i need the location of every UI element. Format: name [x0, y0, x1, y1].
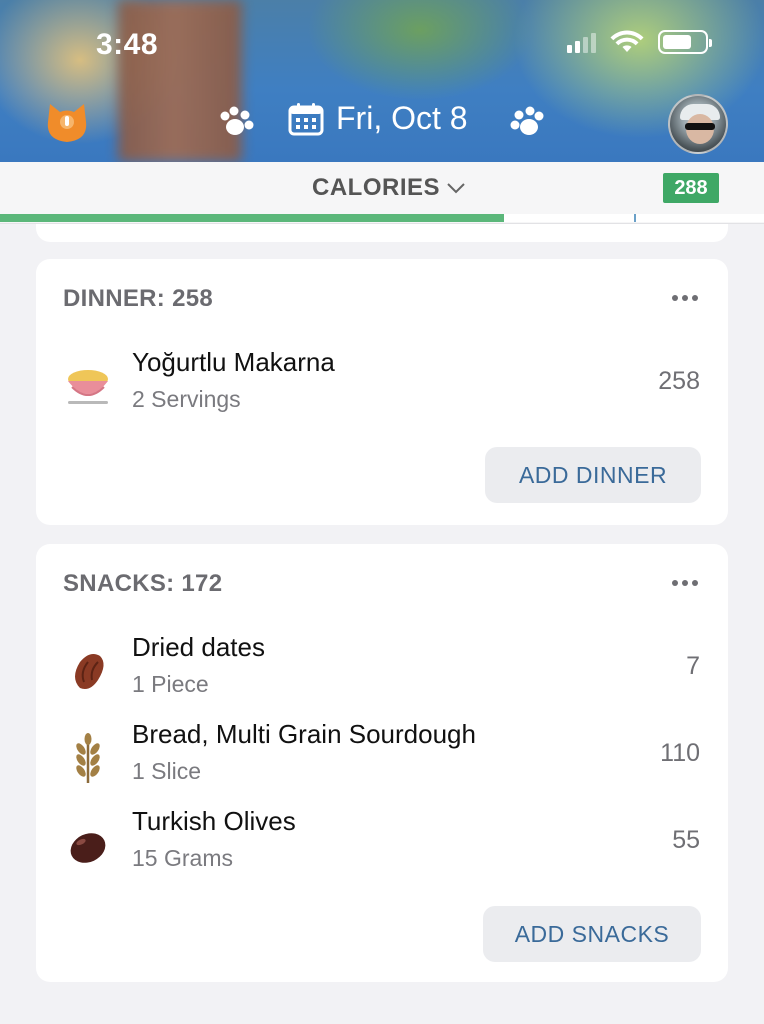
- calories-progress: [0, 214, 764, 222]
- cellular-signal-icon: [567, 31, 596, 53]
- date-label: Fri, Oct 8: [336, 100, 468, 136]
- snacks-more-icon[interactable]: [672, 580, 698, 586]
- add-snacks-button[interactable]: ADD SNACKS: [483, 906, 701, 962]
- food-serving: 15 Grams: [132, 845, 233, 871]
- food-calories: 110: [660, 739, 700, 767]
- metric-label: CALORIES: [312, 174, 441, 201]
- paw-left-icon[interactable]: [218, 106, 256, 140]
- calories-remaining-badge: 288: [663, 173, 719, 203]
- cat-logo-icon[interactable]: [44, 100, 90, 146]
- pasta-bowl-icon: [62, 361, 114, 413]
- calendar-icon: [288, 102, 324, 135]
- date-selector[interactable]: Fri, Oct 8: [288, 100, 468, 137]
- status-icons: [567, 30, 712, 54]
- food-item[interactable]: Bread, Multi Grain Sourdough 1 Slice 110: [36, 719, 728, 799]
- food-calories: 7: [686, 652, 700, 680]
- food-serving: 1 Piece: [132, 671, 209, 697]
- paw-right-icon[interactable]: [508, 106, 546, 140]
- progress-goal-marker: [634, 214, 636, 222]
- dinner-title: DINNER: 258: [63, 285, 214, 312]
- food-name: Turkish Olives: [132, 806, 296, 836]
- dinner-card: DINNER: 258 Yoğurtlu Makarna 2 Servings …: [36, 259, 728, 525]
- food-name: Bread, Multi Grain Sourdough: [132, 719, 476, 749]
- chevron-down-icon: [447, 183, 465, 194]
- food-item[interactable]: Dried dates 1 Piece 7: [36, 632, 728, 712]
- olive-icon: [62, 820, 114, 872]
- status-time: 3:48: [96, 28, 159, 61]
- wheat-icon: [62, 733, 114, 785]
- calories-bar: CALORIES 288: [0, 162, 764, 224]
- battery-icon: [658, 30, 712, 54]
- food-name: Yoğurtlu Makarna: [132, 347, 335, 377]
- food-calories: 55: [672, 826, 700, 854]
- food-serving: 1 Slice: [132, 758, 202, 784]
- food-item[interactable]: Yoğurtlu Makarna 2 Servings 258: [36, 347, 728, 427]
- app-header: 3:48 Fri, Oct 8: [0, 0, 764, 162]
- dinner-more-icon[interactable]: [672, 295, 698, 301]
- snacks-title: SNACKS: 172: [63, 570, 223, 597]
- food-serving: 2 Servings: [132, 386, 241, 412]
- date-fruit-icon: [62, 646, 114, 698]
- profile-avatar[interactable]: [668, 94, 728, 154]
- food-name: Dried dates: [132, 632, 265, 662]
- wifi-icon: [610, 30, 644, 52]
- calories-progress-fill: [0, 214, 505, 222]
- snacks-card: SNACKS: 172 Dried dates 1 Piece 7 Bread,…: [36, 544, 728, 982]
- food-item[interactable]: Turkish Olives 15 Grams 55: [36, 806, 728, 886]
- previous-meal-card: [36, 224, 728, 242]
- food-calories: 258: [658, 367, 700, 395]
- add-dinner-button[interactable]: ADD DINNER: [485, 447, 701, 503]
- metric-selector[interactable]: CALORIES: [312, 174, 466, 202]
